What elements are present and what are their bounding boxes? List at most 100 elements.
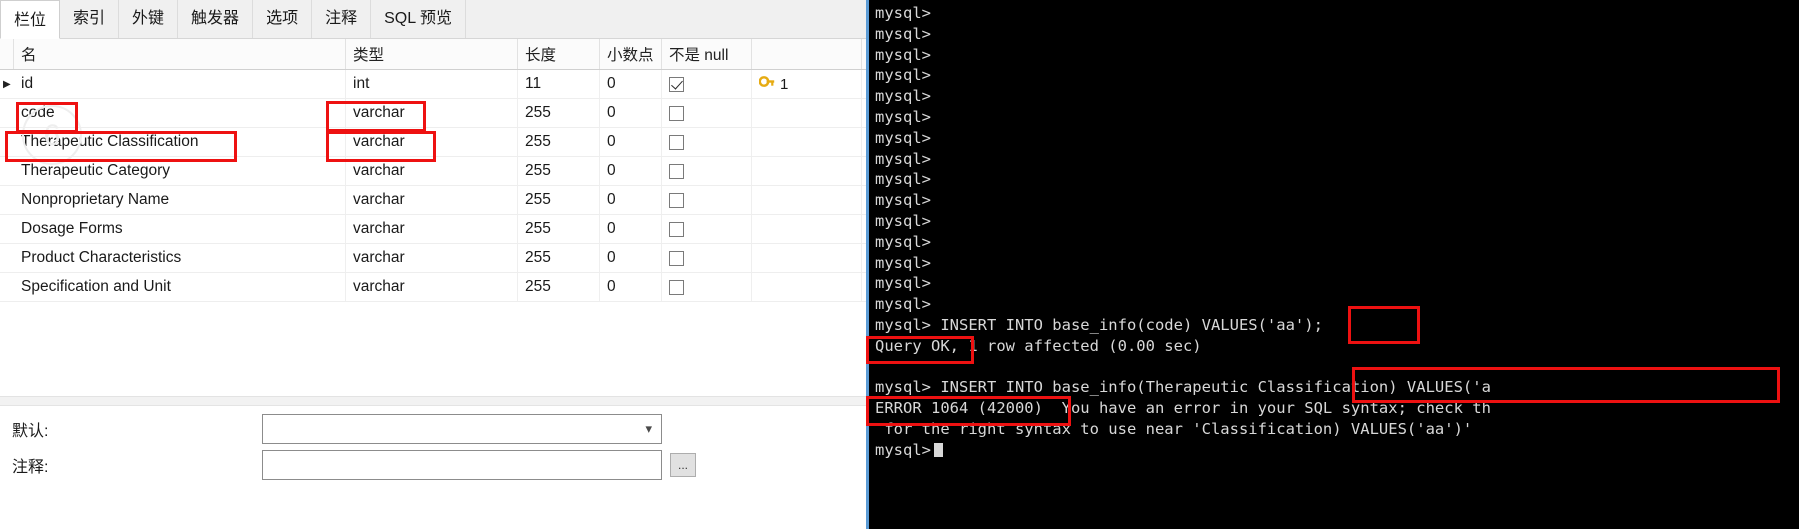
terminal-line: mysql> INSERT INTO base_info(code) VALUE…: [875, 315, 1323, 334]
cell-field-decimals[interactable]: 0: [600, 273, 662, 301]
pane-divider: [0, 397, 866, 406]
cell-field-name[interactable]: Product Characteristics: [14, 244, 346, 272]
cell-field-type[interactable]: varchar: [346, 128, 518, 156]
cell-primary-key[interactable]: [752, 186, 862, 214]
terminal-line: mysql>: [875, 274, 931, 293]
tab-fields[interactable]: 栏位: [0, 0, 61, 39]
cell-not-null[interactable]: [662, 215, 752, 243]
tab-options[interactable]: 选项: [253, 0, 313, 38]
not-null-checkbox[interactable]: [669, 163, 684, 179]
cell-field-decimals[interactable]: 0: [600, 70, 662, 98]
header-key[interactable]: [752, 39, 862, 69]
mysql-terminal[interactable]: mysql> mysql> mysql> mysql> mysql> mysql> mysq…: [866, 0, 1799, 529]
header-type[interactable]: 类型: [346, 39, 518, 69]
cell-not-null[interactable]: [662, 99, 752, 127]
table-row[interactable]: code varchar 255 0: [0, 99, 866, 128]
cell-field-decimals[interactable]: 0: [600, 157, 662, 185]
cell-field-type[interactable]: varchar: [346, 186, 518, 214]
not-null-checkbox[interactable]: [669, 76, 684, 92]
table-row[interactable]: ▶ id int 11 0 1: [0, 70, 866, 99]
tab-comment[interactable]: 注释: [312, 0, 372, 38]
comment-input[interactable]: [262, 450, 662, 480]
cell-field-length[interactable]: 255: [518, 157, 600, 185]
not-null-checkbox[interactable]: [669, 250, 684, 266]
cell-field-type[interactable]: varchar: [346, 215, 518, 243]
cell-not-null[interactable]: [662, 244, 752, 272]
chevron-down-icon: ▾: [645, 421, 652, 436]
cell-field-length[interactable]: 255: [518, 186, 600, 214]
cell-field-name[interactable]: Therapeutic Classification: [14, 128, 346, 156]
terminal-line: mysql>: [875, 440, 1799, 461]
cell-not-null[interactable]: [662, 186, 752, 214]
cell-not-null[interactable]: [662, 70, 752, 98]
cell-field-name[interactable]: Therapeutic Category: [14, 157, 346, 185]
comment-row: 注释: ...: [0, 450, 696, 480]
terminal-line: mysql>: [875, 149, 931, 168]
not-null-checkbox[interactable]: [669, 192, 684, 208]
cell-field-length[interactable]: 255: [518, 215, 600, 243]
cell-field-decimals[interactable]: 0: [600, 186, 662, 214]
cell-field-decimals[interactable]: 0: [600, 215, 662, 243]
default-value-dropdown[interactable]: ▾: [262, 414, 662, 444]
row-marker-icon: [0, 244, 14, 272]
header-not-null[interactable]: 不是 null: [662, 39, 752, 69]
cell-field-decimals[interactable]: 0: [600, 99, 662, 127]
cell-field-type[interactable]: varchar: [346, 273, 518, 301]
designer-tabstrip: 栏位 索引 外键 触发器 选项 注释 SQL 预览: [0, 0, 866, 39]
table-row[interactable]: Therapeutic Classification varchar 255 0: [0, 128, 866, 157]
cell-field-name[interactable]: id: [14, 70, 346, 98]
cell-field-name[interactable]: code: [14, 99, 346, 127]
cell-field-length[interactable]: 11: [518, 70, 600, 98]
block-cursor: [934, 442, 943, 457]
terminal-line: ERROR 1064 (42000) You have an error in …: [875, 399, 1491, 418]
cell-primary-key[interactable]: [752, 99, 862, 127]
cell-field-type[interactable]: int: [346, 70, 518, 98]
cell-field-name[interactable]: Nonproprietary Name: [14, 186, 346, 214]
header-length[interactable]: 长度: [518, 39, 600, 69]
cell-primary-key[interactable]: [752, 128, 862, 156]
row-marker-icon: [0, 157, 14, 185]
cell-not-null[interactable]: [662, 128, 752, 156]
cell-field-length[interactable]: 255: [518, 273, 600, 301]
cell-field-name[interactable]: Dosage Forms: [14, 215, 346, 243]
tab-foreign-keys[interactable]: 外键: [119, 0, 179, 38]
cell-field-type[interactable]: varchar: [346, 157, 518, 185]
cell-field-decimals[interactable]: 0: [600, 244, 662, 272]
cell-field-length[interactable]: 255: [518, 244, 600, 272]
cell-not-null[interactable]: [662, 157, 752, 185]
cell-primary-key[interactable]: [752, 244, 862, 272]
table-row[interactable]: Product Characteristics varchar 255 0: [0, 244, 866, 273]
table-row[interactable]: Nonproprietary Name varchar 255 0: [0, 186, 866, 215]
tab-sql-preview[interactable]: SQL 预览: [371, 0, 466, 38]
cell-field-decimals[interactable]: 0: [600, 128, 662, 156]
not-null-checkbox[interactable]: [669, 221, 684, 237]
terminal-line: mysql>: [875, 45, 931, 64]
cell-field-length[interactable]: 255: [518, 128, 600, 156]
cell-primary-key[interactable]: [752, 157, 862, 185]
terminal-line: mysql>: [875, 211, 931, 230]
table-row[interactable]: Dosage Forms varchar 255 0: [0, 215, 866, 244]
not-null-checkbox[interactable]: [669, 279, 684, 295]
cell-primary-key[interactable]: [752, 273, 862, 301]
app-root: 栏位 索引 外键 触发器 选项 注释 SQL 预览 6 名 类型 长度 小数点 …: [0, 0, 1799, 529]
not-null-checkbox[interactable]: [669, 105, 684, 121]
table-row[interactable]: Specification and Unit varchar 255 0: [0, 273, 866, 302]
cell-field-name[interactable]: Specification and Unit: [14, 273, 346, 301]
header-name[interactable]: 名: [14, 39, 346, 69]
cell-field-type[interactable]: varchar: [346, 99, 518, 127]
terminal-line: mysql>: [875, 24, 931, 43]
key-icon: [758, 75, 776, 94]
cell-primary-key[interactable]: [752, 215, 862, 243]
terminal-line: mysql>: [875, 191, 931, 210]
fields-grid: 6 名 类型 长度 小数点 不是 null ▶ id int 11 0 1 code varc…: [0, 39, 866, 396]
not-null-checkbox[interactable]: [669, 134, 684, 150]
tab-triggers[interactable]: 触发器: [178, 0, 254, 38]
tab-indexes[interactable]: 索引: [60, 0, 120, 38]
cell-field-length[interactable]: 255: [518, 99, 600, 127]
cell-not-null[interactable]: [662, 273, 752, 301]
cell-field-type[interactable]: varchar: [346, 244, 518, 272]
table-row[interactable]: Therapeutic Category varchar 255 0: [0, 157, 866, 186]
header-decimals[interactable]: 小数点: [600, 39, 662, 69]
comment-expand-button[interactable]: ...: [670, 453, 696, 477]
cell-primary-key[interactable]: 1: [752, 70, 862, 98]
